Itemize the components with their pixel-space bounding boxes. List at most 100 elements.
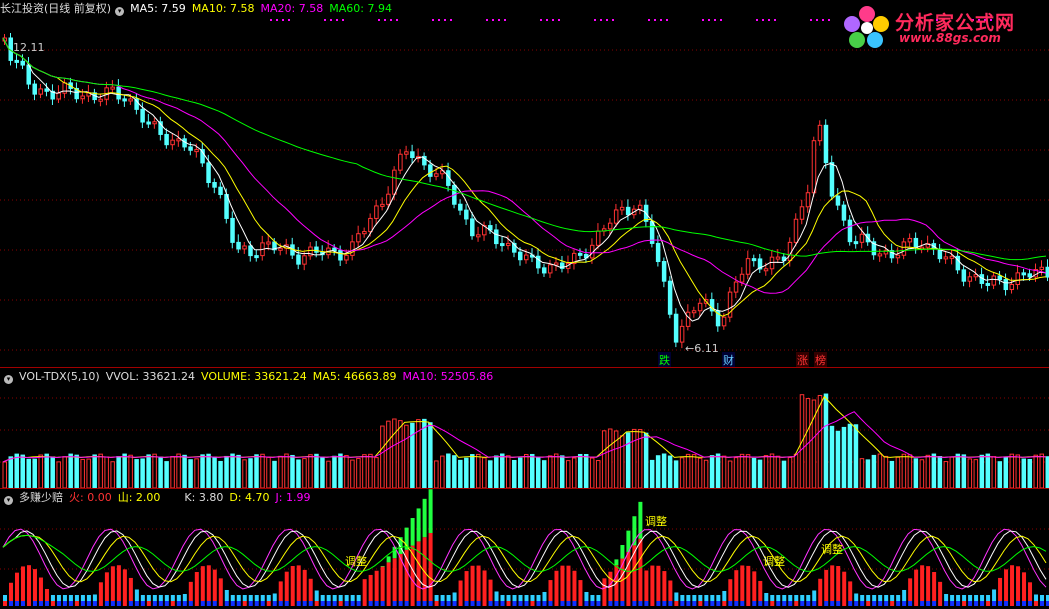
candle-body [775, 256, 781, 260]
candle-body [577, 252, 583, 256]
signal-dot [396, 19, 398, 21]
candle-body [745, 258, 751, 275]
signal-bar [476, 565, 481, 601]
marker-cai[interactable]: 财 [722, 352, 735, 368]
signal-bar [284, 571, 289, 601]
signal-bar [464, 571, 469, 601]
volume-bar [619, 435, 625, 488]
signal-bar-green [422, 498, 427, 538]
volume-bar [338, 453, 343, 488]
volume-bar [146, 454, 151, 488]
volume-bar [859, 458, 865, 488]
signal-bar [500, 595, 505, 601]
volume-bar [2, 461, 7, 488]
volume-bar [577, 453, 583, 488]
price-chart[interactable] [0, 0, 1049, 367]
signal-dot [612, 19, 614, 21]
candle-body [967, 276, 973, 282]
volume-panel[interactable]: ▾ VOL-TDX(5,10) VVOL: 33621.24 VOLUME: 3362… [0, 368, 1049, 488]
marker-bang[interactable]: 榜 [814, 352, 827, 368]
signal-dot [756, 19, 758, 21]
base-marker [464, 601, 469, 606]
indicator-chart[interactable] [0, 489, 1049, 609]
base-marker [398, 601, 403, 606]
base-marker [104, 601, 109, 606]
site-logo: 分析家公式网 www.88gs.com [841, 4, 1041, 48]
signal-bar [770, 595, 775, 601]
volume-bar [248, 458, 253, 488]
volume-bar [571, 457, 577, 488]
volume-bar [529, 453, 535, 488]
volume-bar [919, 459, 925, 488]
candle-body [458, 203, 463, 211]
base-marker [116, 601, 121, 606]
signal-bar [848, 581, 853, 601]
candle-body [428, 164, 433, 177]
stock-title[interactable]: 长江投资(日线 前复权) [0, 2, 111, 15]
base-marker [566, 601, 571, 606]
base-marker [884, 601, 889, 606]
signal-bar [602, 578, 607, 601]
base-marker [458, 601, 463, 606]
signal-bar [878, 595, 883, 601]
vol-indicator[interactable]: VOL-TDX(5,10) [19, 370, 100, 383]
signal-bar [836, 566, 841, 601]
candle-body [434, 173, 439, 177]
candle-body [254, 255, 259, 259]
price-panel[interactable]: 长江投资(日线 前复权) ▾ MA5: 7.59 MA10: 7.58 MA20: 7.… [0, 0, 1049, 368]
signal-bar [764, 592, 769, 601]
volume-bar [661, 453, 667, 488]
settings-icon[interactable]: ▾ [115, 7, 125, 16]
marker-die[interactable]: 跌 [658, 352, 671, 368]
kdj-indicator[interactable]: 多赚少赔 [19, 491, 63, 504]
volume-bar [967, 458, 973, 488]
signal-bar [158, 595, 163, 601]
signal-dot [606, 19, 608, 21]
settings-icon[interactable]: ▾ [4, 375, 13, 384]
signal-bar-green [416, 508, 421, 542]
vvol-label: VVOL: 33621.24 [105, 370, 196, 383]
signal-dot [450, 19, 452, 21]
volume-bar [308, 454, 313, 488]
volume-bar [260, 453, 265, 488]
signal-bar [182, 593, 187, 601]
volume-bar [428, 422, 433, 488]
base-marker [122, 601, 127, 606]
indicator-panel[interactable]: ▾ 多赚少赔 火: 0.00 山: 2.00 K: 3.80 D: 4.70 J: 1.99… [0, 489, 1049, 609]
signal-bar [536, 595, 541, 601]
signal-dot [282, 19, 284, 21]
volume-bar [889, 460, 895, 488]
signal-bar [104, 572, 109, 601]
candle-body [751, 258, 757, 262]
signal-bar [392, 558, 397, 601]
signal-dot [666, 19, 668, 21]
candle-body [595, 230, 601, 246]
base-marker [386, 601, 391, 606]
signal-bar [128, 577, 133, 601]
base-marker [770, 601, 775, 606]
volume-bar [38, 454, 43, 488]
base-marker [788, 601, 793, 606]
signal-dot [762, 19, 764, 21]
volume-bar [841, 426, 847, 488]
signal-dot [594, 19, 596, 21]
volume-bar [715, 453, 721, 488]
volume-bar [500, 453, 505, 488]
candle-body [344, 254, 349, 261]
candle-body [1015, 272, 1021, 285]
base-marker [620, 601, 625, 606]
base-marker [746, 601, 751, 606]
volume-chart[interactable] [0, 368, 1049, 488]
candle-body [877, 253, 883, 257]
volume-bar [709, 455, 715, 488]
volume-bar [350, 459, 355, 488]
base-marker [176, 601, 181, 606]
volume-bar [727, 460, 733, 488]
signal-bar [530, 595, 535, 601]
signal-dot [492, 19, 494, 21]
marker-zhang[interactable]: 涨 [796, 352, 809, 368]
settings-icon[interactable]: ▾ [4, 496, 13, 505]
signal-bar [320, 595, 325, 601]
volume-bar [865, 459, 871, 488]
signal-bar [440, 595, 445, 601]
